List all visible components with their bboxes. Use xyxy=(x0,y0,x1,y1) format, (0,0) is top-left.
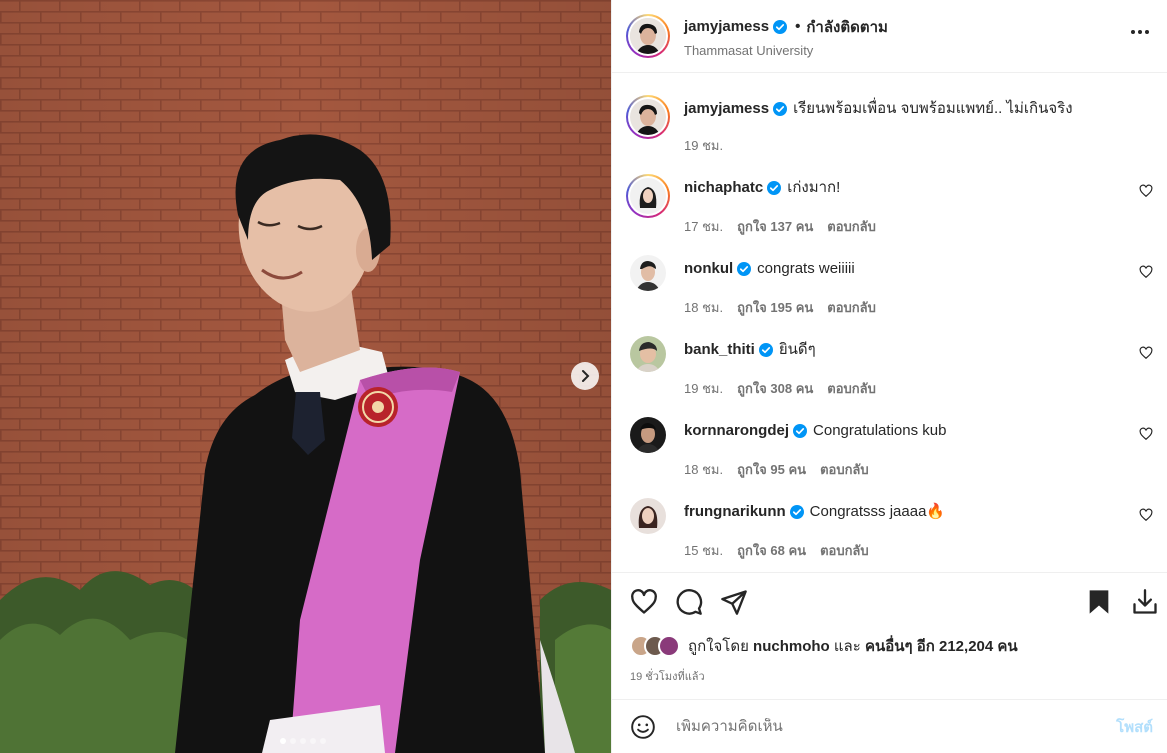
comment-input[interactable] xyxy=(676,718,1117,735)
comment-username[interactable]: kornnarongdej xyxy=(684,421,789,441)
comment-item: bank_thiti ยินดีๆ 19 ชม. ถูกใจ 308 คน ตอ… xyxy=(626,336,1153,399)
post-actions-bar xyxy=(612,572,1167,631)
comment-avatar[interactable] xyxy=(630,336,666,372)
caption-author-avatar[interactable] xyxy=(626,95,670,139)
caption-text: เรียนพร้อมเพื่อน จบพร้อมแพทย์.. ไม่เกินจ… xyxy=(793,100,1073,117)
comment-avatar[interactable] xyxy=(630,417,666,453)
post-header: jamyjamess • กำลังติดตาม Thammasat Unive… xyxy=(612,0,1167,73)
comment-text: Congratulations kub xyxy=(813,422,947,439)
verified-icon xyxy=(737,262,752,276)
comment-text: ยินดีๆ xyxy=(778,341,816,358)
separator-dot: • xyxy=(795,18,801,35)
carousel-indicator xyxy=(0,738,611,744)
graduation-photo xyxy=(0,0,611,753)
verified-icon xyxy=(767,181,782,195)
caption-time: 19 ชม. xyxy=(684,138,724,153)
avatar-image xyxy=(630,255,666,291)
avatar-image xyxy=(630,336,666,372)
comments-list[interactable]: jamyjamess เรียนพร้อมเพื่อน จบพร้อมแพทย์… xyxy=(612,73,1167,572)
comment-text: Congratsss jaaaa🔥 xyxy=(809,503,946,520)
likes-and: และ xyxy=(833,638,861,655)
comment-likes-count[interactable]: ถูกใจ 195 คน xyxy=(737,297,813,318)
carousel-dot xyxy=(319,738,326,744)
comment-avatar[interactable] xyxy=(630,255,666,291)
comment-username[interactable]: bank_thiti xyxy=(684,340,755,360)
following-button[interactable]: กำลังติดตาม xyxy=(806,15,888,39)
comment-time: 17 ชม. xyxy=(684,219,724,234)
comment-text: congrats weiiiii xyxy=(757,260,855,277)
comment-icon[interactable] xyxy=(675,588,703,616)
verified-icon xyxy=(758,343,773,357)
comment-avatar[interactable] xyxy=(630,498,666,534)
heart-icon[interactable] xyxy=(1139,508,1153,522)
post-comment-button[interactable]: โพสต์ xyxy=(1116,715,1153,739)
comment-item: nonkul congrats weiiiii 18 ชม. ถูกใจ 195… xyxy=(626,255,1153,318)
comment-likes-count[interactable]: ถูกใจ 308 คน xyxy=(737,378,813,399)
heart-icon[interactable] xyxy=(1139,265,1153,279)
comment-username[interactable]: nonkul xyxy=(684,259,733,279)
likes-prefix: ถูกใจโดย xyxy=(688,638,749,655)
bookmark-icon[interactable] xyxy=(1085,588,1113,616)
comment-time: 18 ชม. xyxy=(684,300,724,315)
carousel-next-button[interactable] xyxy=(571,362,599,390)
share-icon[interactable] xyxy=(720,588,748,616)
verified-icon xyxy=(773,102,788,116)
add-comment-bar: โพสต์ xyxy=(612,699,1167,753)
avatar-image xyxy=(630,498,666,534)
first-liker-username[interactable]: nuchmoho xyxy=(753,638,830,655)
verified-icon xyxy=(789,505,804,519)
reply-button[interactable]: ตอบกลับ xyxy=(827,297,876,318)
chevron-right-icon xyxy=(582,370,590,382)
verified-icon xyxy=(773,19,788,34)
carousel-dot xyxy=(309,738,316,744)
other-likers-link[interactable]: คนอื่นๆ อีก 212,204 คน xyxy=(865,638,1018,655)
post-details-panel: jamyjamess • กำลังติดตาม Thammasat Unive… xyxy=(611,0,1167,753)
comment-likes-count[interactable]: ถูกใจ 95 คน xyxy=(737,459,806,480)
comment-avatar[interactable] xyxy=(626,174,670,218)
author-username[interactable]: jamyjamess xyxy=(684,18,769,35)
likers-avatars xyxy=(630,635,680,657)
avatar-image xyxy=(630,18,666,54)
author-avatar[interactable] xyxy=(626,14,670,58)
heart-icon[interactable] xyxy=(1139,184,1153,198)
heart-icon[interactable] xyxy=(1139,346,1153,360)
heart-icon[interactable] xyxy=(630,588,658,616)
comment-username[interactable]: frungnarikunn xyxy=(684,502,786,522)
caption-username[interactable]: jamyjamess xyxy=(684,99,769,119)
post-viewer: jamyjamess • กำลังติดตาม Thammasat Unive… xyxy=(0,0,1167,753)
comment-item: kornnarongdej Congratulations kub 18 ชม.… xyxy=(626,417,1153,480)
avatar-image xyxy=(630,178,666,214)
likes-summary[interactable]: ถูกใจโดย nuchmoho และ คนอื่นๆ อีก 212,20… xyxy=(612,631,1167,661)
reply-button[interactable]: ตอบกลับ xyxy=(820,459,869,480)
carousel-dot xyxy=(299,738,306,744)
comment-username[interactable]: nichaphatc xyxy=(684,178,763,198)
comment-time: 18 ชม. xyxy=(684,462,724,477)
carousel-dot xyxy=(279,738,286,744)
emoji-icon[interactable] xyxy=(630,714,656,740)
heart-icon[interactable] xyxy=(1139,427,1153,441)
comment-text: เก่งมาก! xyxy=(787,179,841,196)
more-options-button[interactable] xyxy=(1131,30,1149,34)
post-photo[interactable] xyxy=(0,0,611,753)
comment-item: nichaphatc เก่งมาก! 17 ชม. ถูกใจ 137 คน … xyxy=(626,174,1153,237)
comment-likes-count[interactable]: ถูกใจ 68 คน xyxy=(737,540,806,561)
download-icon[interactable] xyxy=(1131,588,1159,616)
post-timestamp[interactable]: 19 ชั่วโมงที่แล้ว xyxy=(612,661,1167,699)
reply-button[interactable]: ตอบกลับ xyxy=(827,216,876,237)
avatar-image xyxy=(630,417,666,453)
post-location[interactable]: Thammasat University xyxy=(684,43,888,58)
carousel-dot xyxy=(289,738,296,744)
more-icon xyxy=(1131,30,1135,34)
reply-button[interactable]: ตอบกลับ xyxy=(820,540,869,561)
caption: jamyjamess เรียนพร้อมเพื่อน จบพร้อมแพทย์… xyxy=(626,95,1153,156)
avatar-image xyxy=(630,99,666,135)
comment-item: frungnarikunn Congratsss jaaaa🔥 15 ชม. ถ… xyxy=(626,498,1153,561)
verified-icon xyxy=(793,424,808,438)
comment-time: 15 ชม. xyxy=(684,543,724,558)
comment-time: 19 ชม. xyxy=(684,381,724,396)
comment-likes-count[interactable]: ถูกใจ 137 คน xyxy=(737,216,813,237)
reply-button[interactable]: ตอบกลับ xyxy=(827,378,876,399)
